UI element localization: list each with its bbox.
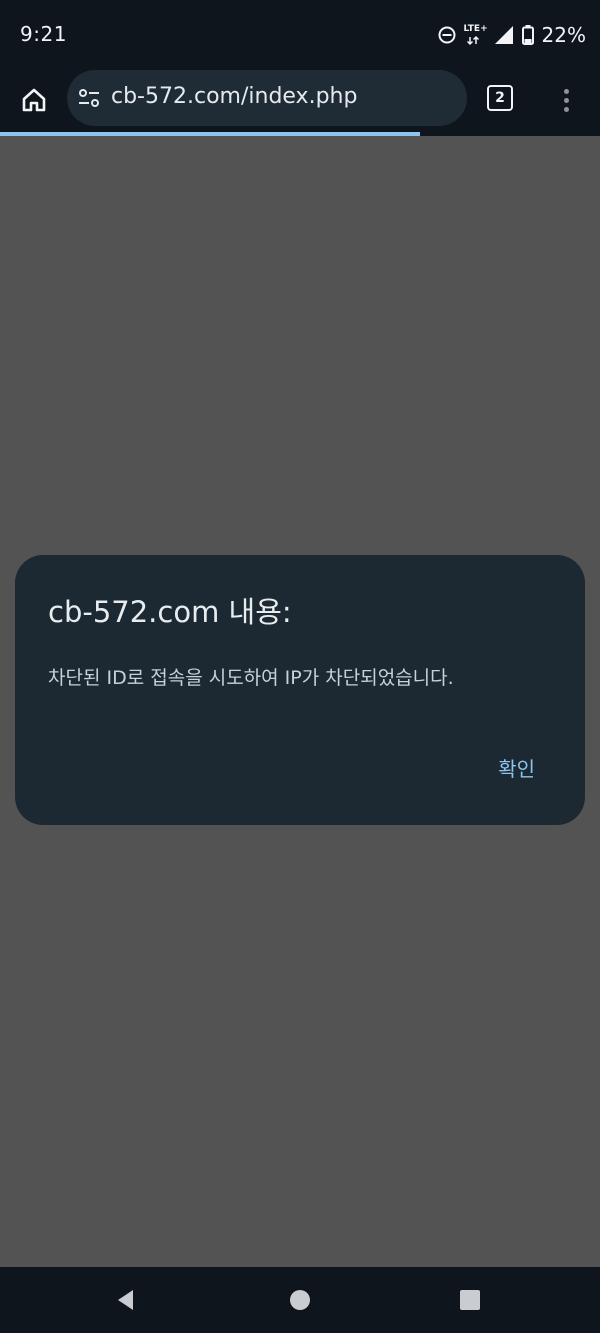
recents-button[interactable] — [454, 1284, 486, 1316]
dialog-title: cb-572.com 내용: — [48, 595, 292, 629]
status-icons: LTE+ 22% — [438, 20, 586, 50]
battery-icon — [521, 25, 534, 45]
status-time: 9:21 — [20, 22, 67, 46]
confirm-button[interactable]: 확인 — [498, 753, 535, 782]
url-text[interactable]: cb-572.com/index.php — [111, 84, 357, 109]
back-button[interactable] — [110, 1284, 142, 1316]
browser-toolbar: cb-572.com/index.php 2 — [0, 68, 600, 132]
alert-dialog: cb-572.com 내용: 차단된 ID로 접속을 시도하여 IP가 차단되었… — [15, 555, 585, 825]
tab-count: 2 — [487, 85, 513, 111]
home-nav-button[interactable] — [284, 1284, 316, 1316]
home-button[interactable] — [14, 80, 54, 120]
menu-dot-icon — [563, 97, 569, 103]
home-icon — [22, 88, 46, 112]
do-not-disturb-icon — [438, 26, 456, 44]
back-icon — [118, 1290, 133, 1310]
recents-icon — [460, 1290, 480, 1310]
menu-dot-icon — [563, 88, 569, 94]
signal-icon — [494, 25, 514, 45]
more-menu-button[interactable] — [548, 80, 584, 120]
address-bar[interactable]: cb-572.com/index.php — [67, 70, 467, 126]
battery-percent: 22% — [541, 23, 586, 47]
tab-switcher-button[interactable]: 2 — [484, 82, 516, 114]
home-circle-icon — [290, 1290, 310, 1310]
lte-icon: LTE+ — [464, 22, 488, 48]
menu-dot-icon — [563, 106, 569, 112]
site-settings-icon[interactable] — [77, 86, 101, 110]
dialog-message: 차단된 ID로 접속을 시도하여 IP가 차단되었습니다. — [48, 667, 454, 689]
status-bar: 9:21 LTE+ 22% — [0, 0, 600, 68]
system-nav-bar — [0, 1267, 600, 1333]
